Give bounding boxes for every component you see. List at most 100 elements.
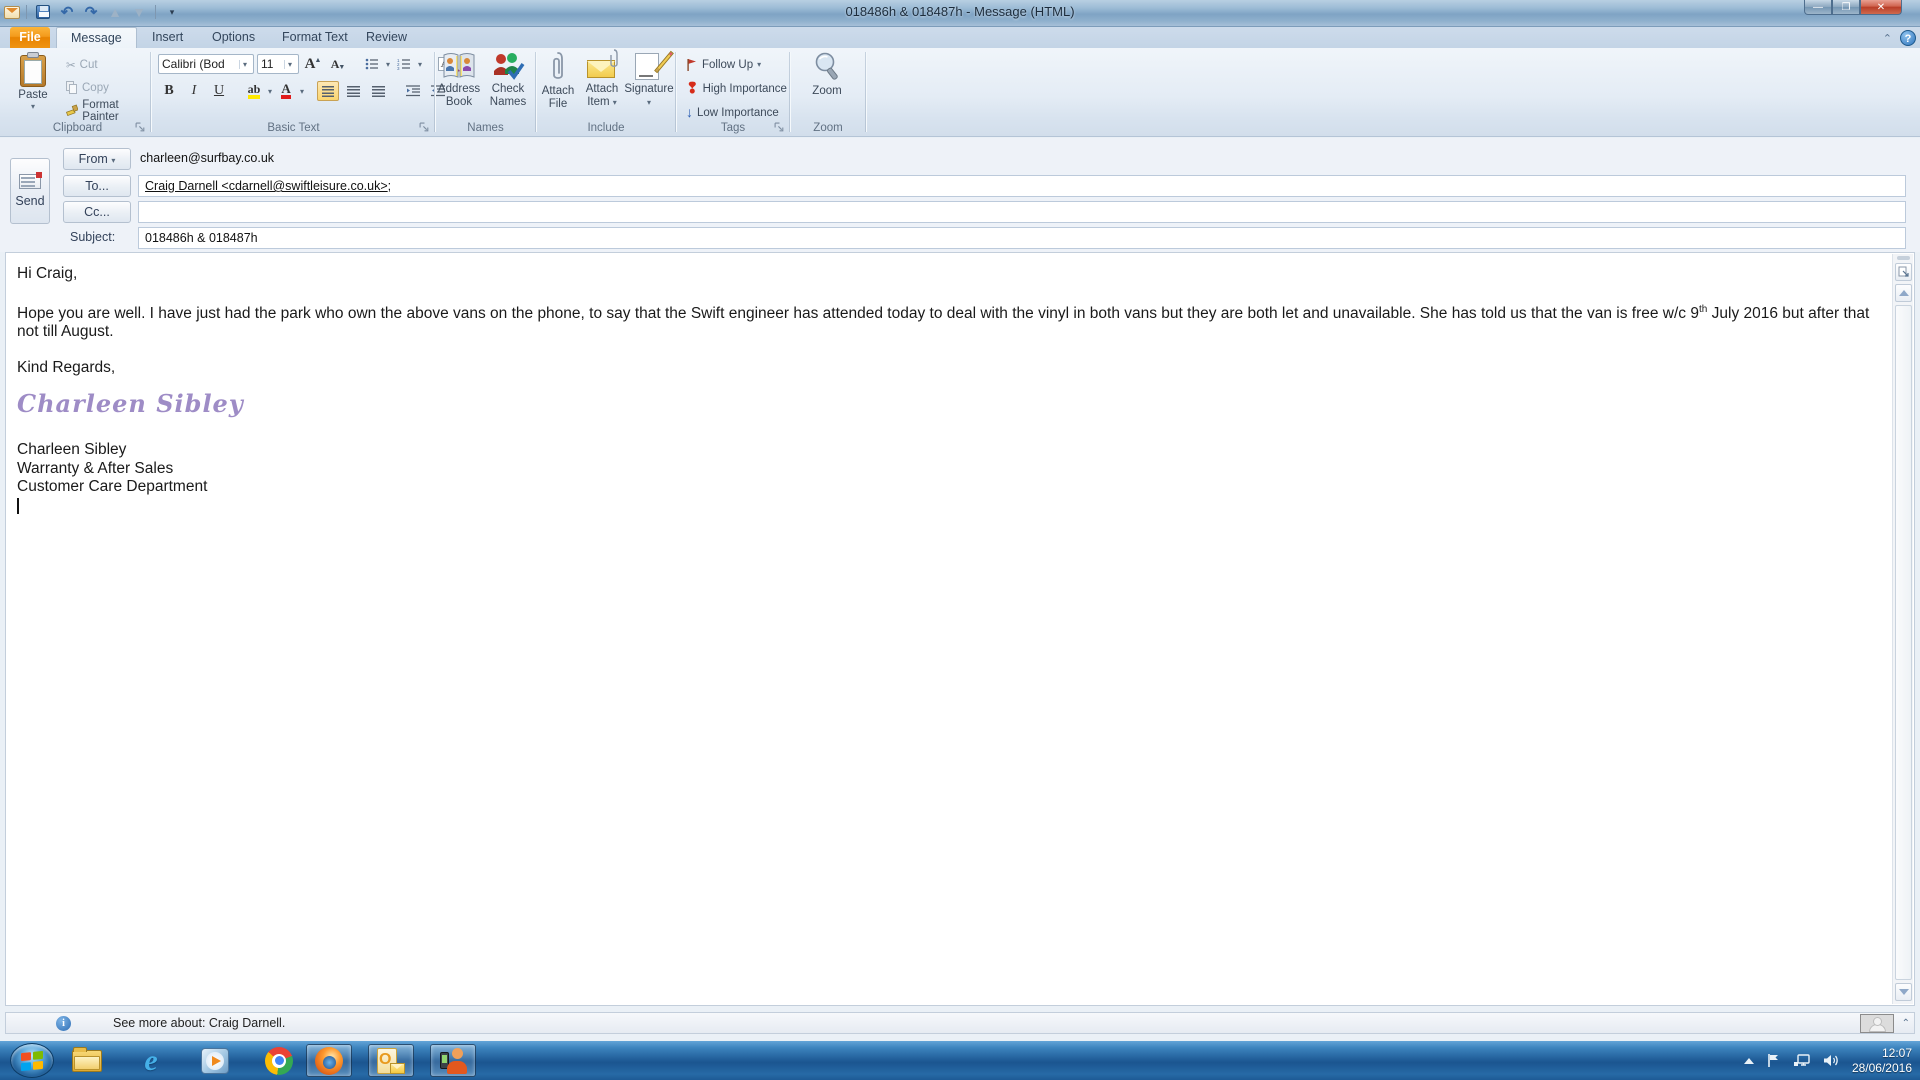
help-icon[interactable]: ? [1900,30,1916,46]
subject-field[interactable]: 018486h & 018487h [138,227,1906,249]
message-body[interactable]: Hi Craig, Hope you are well. I have just… [5,252,1915,1006]
bullets-button[interactable] [361,54,383,74]
people-pane-collapse-icon[interactable]: ⌃ [1902,1018,1910,1029]
from-button[interactable]: From ▾ [63,148,131,170]
numbering-button[interactable]: 123 [393,54,415,74]
tab-file[interactable]: File [10,27,50,48]
high-importance-button[interactable]: ❢ High Importance [684,78,789,99]
names-group: AddressBook CheckNames Names [435,48,536,136]
include-group: AttachFile AttachItem ▾ Signature▾ Inclu… [536,48,676,136]
send-button[interactable]: Send [10,158,50,224]
minimize-button[interactable]: — [1804,0,1832,15]
contact-avatar[interactable] [1860,1014,1894,1033]
cc-field[interactable] [138,201,1906,223]
low-importance-button[interactable]: ↓ Low Importance [684,102,789,123]
copy-button[interactable]: Copy [64,77,151,98]
align-left-icon [322,86,334,97]
message-body-text[interactable]: Hi Craig, Hope you are well. I have just… [17,265,1884,515]
dropdown-caret[interactable]: ▾ [300,87,304,96]
splitter-handle[interactable] [1897,256,1910,260]
align-center-button[interactable] [342,81,364,101]
scrollbar-thumb[interactable] [1895,305,1912,980]
bold-button[interactable]: B [158,81,180,101]
scroll-down-button[interactable] [1895,983,1912,1001]
address-book-button[interactable]: AddressBook [432,51,486,117]
align-left-button[interactable] [317,81,339,101]
dropdown-caret[interactable]: ▾ [418,60,422,69]
attach-item-button[interactable]: AttachItem ▾ [580,51,624,117]
cc-button[interactable]: Cc... [63,201,131,223]
restore-button[interactable]: ❐ [1832,0,1860,15]
regards-line: Kind Regards, [17,359,1884,377]
check-names-button[interactable]: CheckNames [481,51,535,117]
minimize-ribbon-icon[interactable]: ⌃ [1883,32,1892,45]
window-controls: — ❐ ✕ [1804,0,1902,15]
scroll-up-button[interactable] [1895,284,1912,302]
dropdown-caret: ▾ [31,102,35,111]
taskbar-outlook-button[interactable]: O [368,1044,414,1077]
ribbon: Paste ▾ ✂Cut Copy Format Painter Clipboa… [0,48,1920,137]
taskbar-internet-explorer-button[interactable]: e [128,1044,174,1077]
shrink-font-button[interactable]: A▼ [327,54,349,74]
format-painter-button[interactable]: Format Painter [64,100,151,121]
highlight-icon: ab [248,84,261,99]
grow-font-button[interactable]: A▲ [302,54,324,74]
people-pane[interactable]: i See more about: Craig Darnell. ⌃ [5,1012,1915,1034]
cut-icon: ✂ [66,58,76,72]
align-right-button[interactable] [367,81,389,101]
clock-date: 28/06/2016 [1852,1061,1912,1076]
font-color-button[interactable]: A [275,81,297,101]
network-icon[interactable] [1793,1053,1811,1068]
show-hidden-icons-button[interactable] [1744,1058,1754,1064]
font-size-combo[interactable]: 11▾ [257,54,299,74]
taskbar-media-player-button[interactable] [192,1044,238,1077]
follow-up-button[interactable]: Follow Up▾ [684,54,789,75]
action-center-flag-icon[interactable] [1766,1053,1781,1068]
text-highlight-button[interactable]: ab [243,81,265,101]
align-right-icon [372,86,385,97]
taskbar-firefox-button[interactable] [306,1044,352,1077]
taskbar-chrome-button[interactable] [256,1044,302,1077]
zoom-button[interactable]: Zoom [800,51,854,117]
zoom-icon [812,51,842,83]
tags-dialog-launcher-icon[interactable] [774,122,785,133]
cut-button[interactable]: ✂Cut [64,54,151,75]
taskbar-contacts-app-button[interactable] [430,1044,476,1077]
decrease-indent-button[interactable] [402,81,424,101]
underline-button[interactable]: U [208,81,230,101]
windows-logo-icon [21,1050,43,1070]
close-button[interactable]: ✕ [1860,0,1902,15]
align-center-icon [347,86,360,97]
tab-format-text[interactable]: Format Text [268,27,362,48]
to-field[interactable]: Craig Darnell <cdarnell@swiftleisure.co.… [138,175,1906,197]
to-recipient[interactable]: Craig Darnell <cdarnell@swiftleisure.co.… [145,179,388,193]
tab-message[interactable]: Message [56,27,137,48]
browse-object-button[interactable] [1895,263,1912,281]
volume-icon[interactable] [1823,1053,1840,1068]
italic-button[interactable]: I [183,81,205,101]
attach-file-button[interactable]: AttachFile [536,51,580,117]
dropdown-caret[interactable]: ▾ [268,87,272,96]
clock-time: 12:07 [1852,1046,1912,1061]
to-button[interactable]: To... [63,175,131,197]
low-importance-icon: ↓ [686,106,693,119]
basic-text-dialog-launcher-icon[interactable] [419,122,430,133]
vertical-scrollbar[interactable] [1892,254,1913,1004]
paste-button[interactable]: Paste ▾ [6,51,60,117]
tab-insert[interactable]: Insert [138,27,197,48]
taskbar-explorer-button[interactable] [64,1044,110,1077]
dropdown-caret[interactable]: ▾ [386,60,390,69]
font-name-combo[interactable]: Calibri (Bod▾ [158,54,254,74]
start-button[interactable] [10,1043,54,1078]
clipboard-dialog-launcher-icon[interactable] [135,122,146,133]
taskbar-clock[interactable]: 12:07 28/06/2016 [1852,1046,1912,1076]
main-paragraph: Hope you are well. I have just had the p… [17,301,1884,341]
chrome-icon [265,1047,293,1075]
tab-options[interactable]: Options [198,27,269,48]
message-header: Send From ▾ charleen@surfbay.co.uk To...… [0,138,1920,252]
address-book-icon [442,51,476,81]
tags-group: Follow Up▾ ❢ High Importance ↓ Low Impor… [676,48,790,136]
browse-object-icon [1898,266,1910,278]
tab-review[interactable]: Review [352,27,421,48]
signature-button[interactable]: Signature▾ [624,51,674,117]
